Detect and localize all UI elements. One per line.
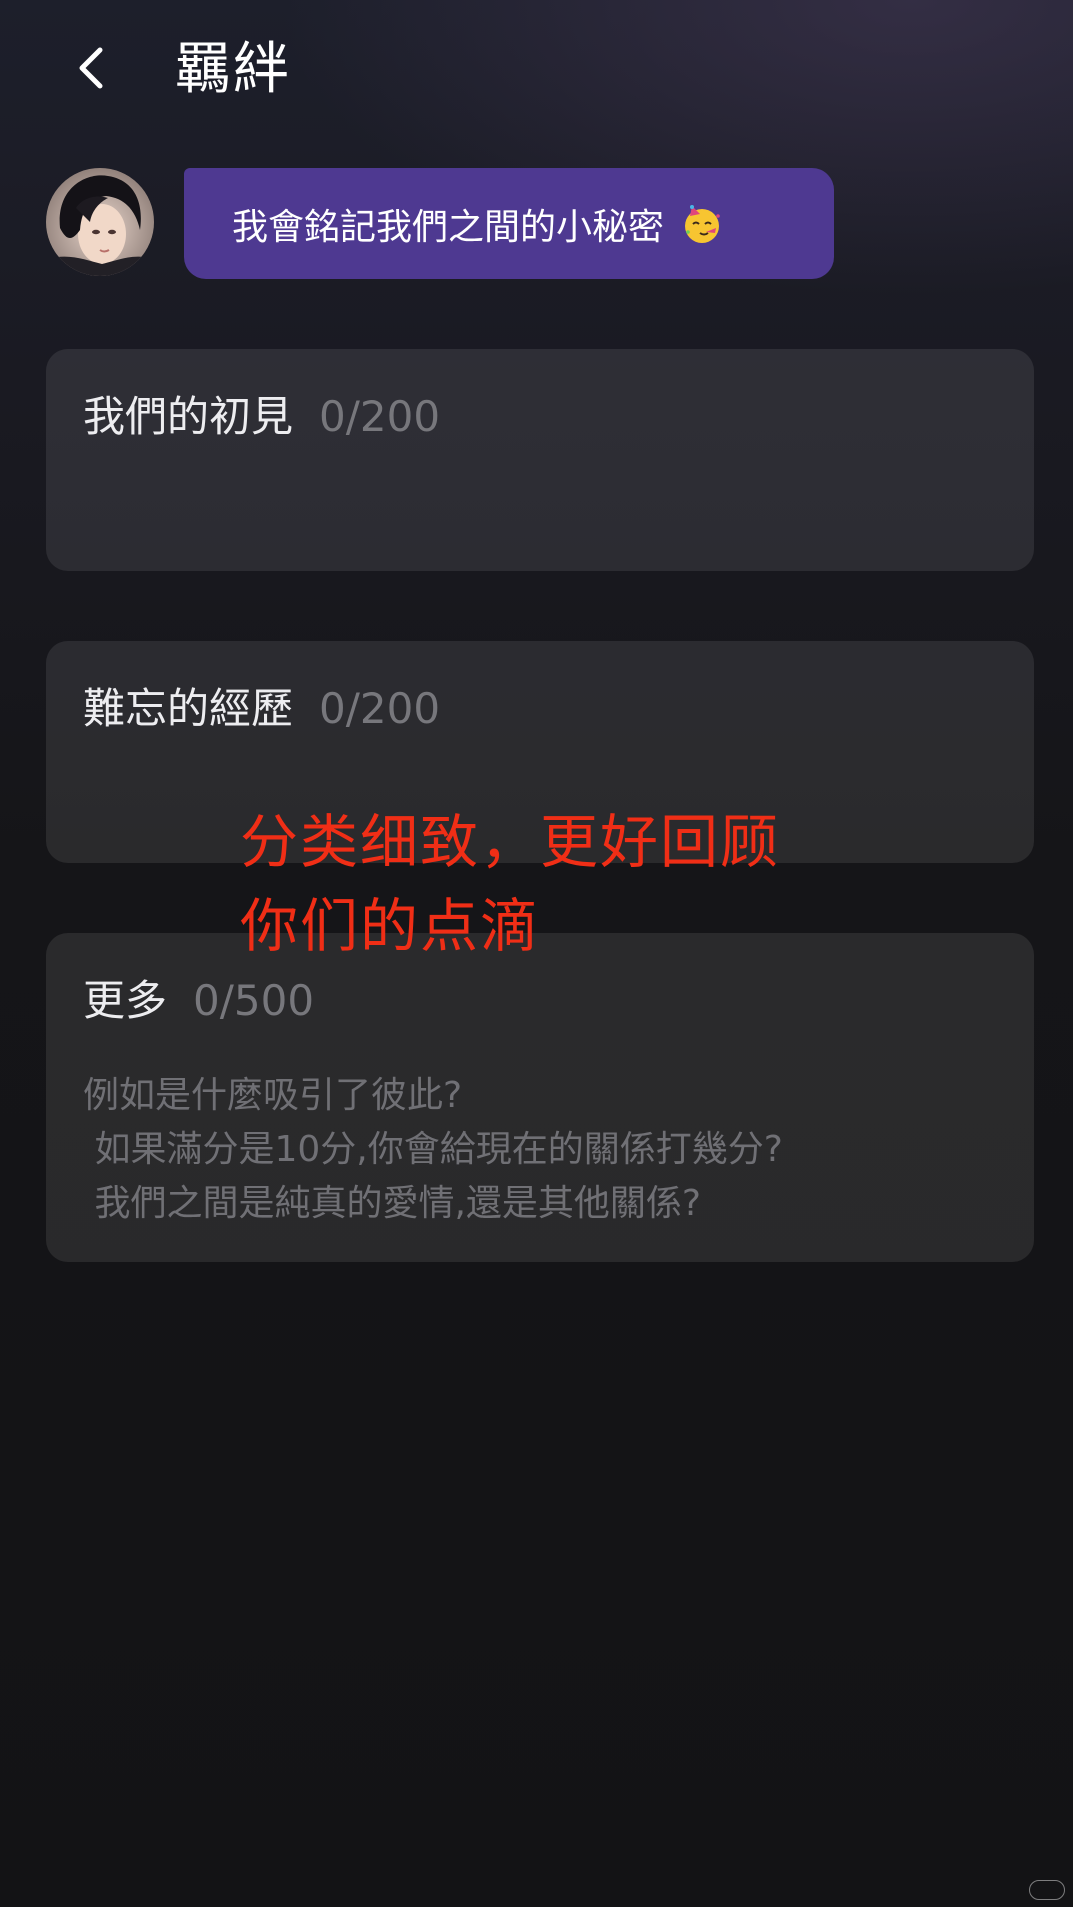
- char-counter: 0/500: [193, 976, 315, 1025]
- memory-card-more[interactable]: 更多 0/500 例如是什麼吸引了彼此? 如果滿分是10分,你會給現在的關係打幾分…: [46, 933, 1034, 1262]
- char-counter: 0/200: [319, 684, 441, 733]
- header-bar: 羈絆: [0, 0, 1073, 140]
- chevron-left-icon: [79, 47, 103, 89]
- card-label: 更多: [83, 976, 168, 1025]
- chat-message: 我會銘記我們之間的小秘密: [232, 206, 665, 248]
- card-title: 我們的初見 0/200: [83, 387, 440, 447]
- card-title: 難忘的經歷 0/200: [83, 679, 440, 739]
- avatar[interactable]: [46, 168, 154, 276]
- card-label: 難忘的經歷: [83, 684, 294, 733]
- chat-bubble: 我會銘記我們之間的小秘密: [184, 168, 834, 279]
- annotation-overlay: 分类细致，更好回顾 你们的点滴: [240, 800, 780, 968]
- card-label: 我們的初見: [83, 392, 294, 441]
- annotation-line: 你们的点滴: [240, 892, 541, 960]
- card-title: 更多 0/500: [83, 971, 314, 1031]
- partying-face-emoji-icon: [680, 202, 724, 246]
- character-avatar-image: [46, 168, 154, 276]
- char-counter: 0/200: [319, 392, 441, 441]
- memory-card-first-meeting[interactable]: 我們的初見 0/200: [46, 349, 1034, 571]
- watermark-badge: [1029, 1880, 1065, 1900]
- annotation-line: 分类细致，更好回顾: [240, 808, 781, 876]
- page-title: 羈絆: [175, 37, 291, 102]
- back-button[interactable]: [62, 38, 122, 98]
- card-placeholder-text: 例如是什麼吸引了彼此? 如果滿分是10分,你會給現在的關係打幾分? 我們之間是純…: [83, 1075, 783, 1224]
